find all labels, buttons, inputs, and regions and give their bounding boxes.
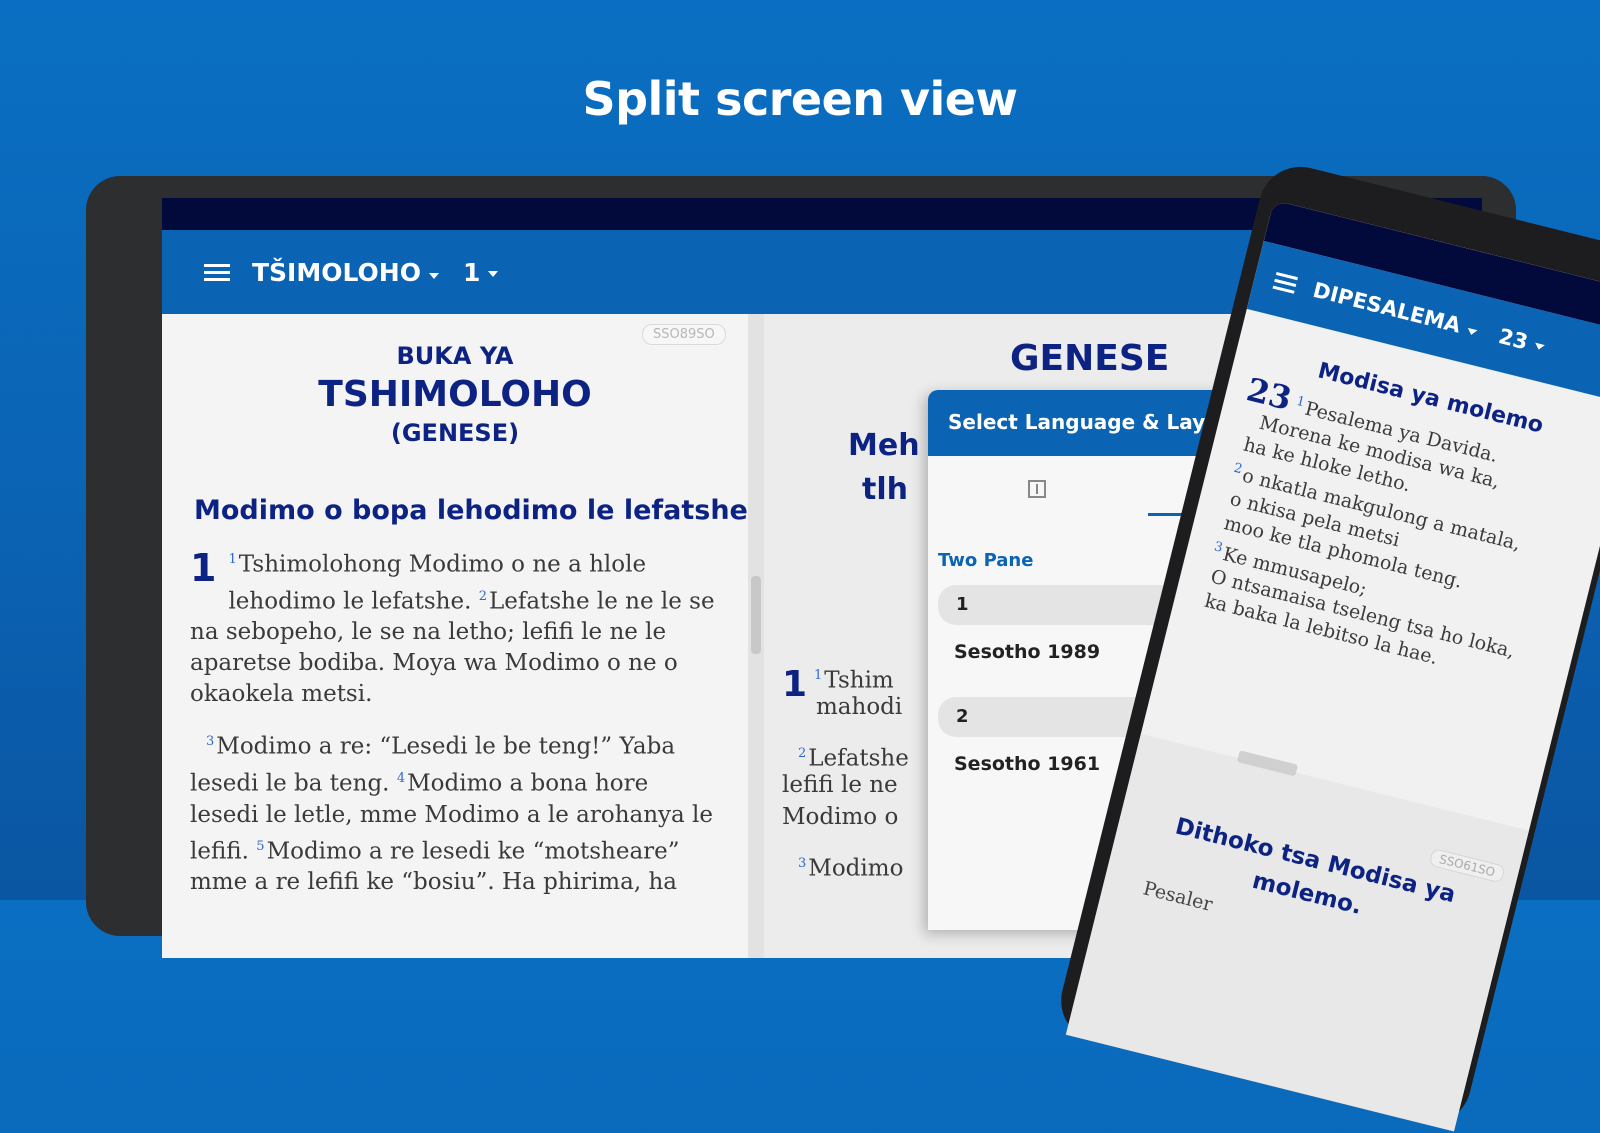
- verse-number: 1: [814, 668, 823, 683]
- verse-number: 2: [798, 746, 807, 761]
- version-badge[interactable]: SSO89SO: [642, 324, 726, 345]
- lower-pane[interactable]: SSO61SO Dithoko tsa Modisa ya molemo. Pe…: [1065, 733, 1529, 1132]
- verse-number: 1: [228, 552, 237, 567]
- chevron-down-icon: [1534, 342, 1546, 352]
- left-pane[interactable]: SSO89SO BUKA YA TSHIMOLOHO (GENESE) Modi…: [162, 314, 748, 958]
- scripture-line: 3Modimo: [798, 848, 903, 885]
- scripture-line: Modimo o: [782, 804, 899, 830]
- verse-number: 4: [396, 770, 406, 786]
- section-heading: Modimo o bopa lehodimo le lefatshe: [194, 495, 748, 526]
- headline: Split screen view: [582, 72, 1018, 126]
- drag-handle[interactable]: [1236, 750, 1299, 777]
- scripture-line: mahodi: [816, 694, 903, 720]
- verse-text: Lefatshe: [808, 745, 909, 772]
- book-title-heading: GENESE: [1010, 338, 1170, 379]
- scripture-line: lefifi le ne: [782, 772, 898, 798]
- pane-divider[interactable]: [748, 314, 764, 958]
- menu-icon[interactable]: [204, 260, 230, 285]
- chapter-number: 1: [782, 664, 808, 705]
- section-heading-fragment: Meh: [848, 428, 920, 463]
- section-heading-fragment: tlh: [862, 472, 908, 507]
- book-intro: BUKA YA: [396, 342, 514, 370]
- chapter-dropdown[interactable]: 23: [1496, 324, 1548, 359]
- verse-number: 3: [798, 856, 807, 871]
- verse-number: 5: [256, 838, 265, 854]
- book-dropdown[interactable]: TŠIMOLOHO: [252, 258, 439, 287]
- dialog-title: Select Language & Layout: [928, 390, 1228, 456]
- verse-number: 2: [478, 588, 487, 604]
- book-alt-name: (GENESE): [390, 419, 520, 447]
- split-layout-icon[interactable]: [1028, 480, 1046, 498]
- chapter-number: 23: [1496, 324, 1531, 355]
- verse-text: Modimo: [808, 855, 904, 882]
- scripture-paragraph: 3Modimo a re: “Lesedi le be teng!” Yaba …: [190, 726, 720, 898]
- chevron-down-icon: [488, 270, 499, 277]
- chevron-down-icon: [1466, 327, 1478, 336]
- book-title-heading: TSHIMOLOHO: [318, 374, 592, 415]
- scripture-paragraph: 1 1Tshimolohong Modimo o ne a hlole leho…: [190, 544, 720, 710]
- chevron-down-icon: [428, 273, 439, 279]
- verse-text: Tshim: [824, 667, 894, 694]
- verse-number: 3: [206, 734, 215, 750]
- book-title: TŠIMOLOHO: [252, 257, 421, 287]
- menu-icon[interactable]: [1272, 268, 1299, 298]
- chapter-number: 1: [462, 257, 481, 287]
- drag-handle[interactable]: [751, 576, 761, 654]
- chapter-dropdown[interactable]: 1: [462, 257, 499, 287]
- book-title: DIPESALEMA: [1310, 277, 1464, 338]
- chapter-number: 1: [190, 546, 217, 590]
